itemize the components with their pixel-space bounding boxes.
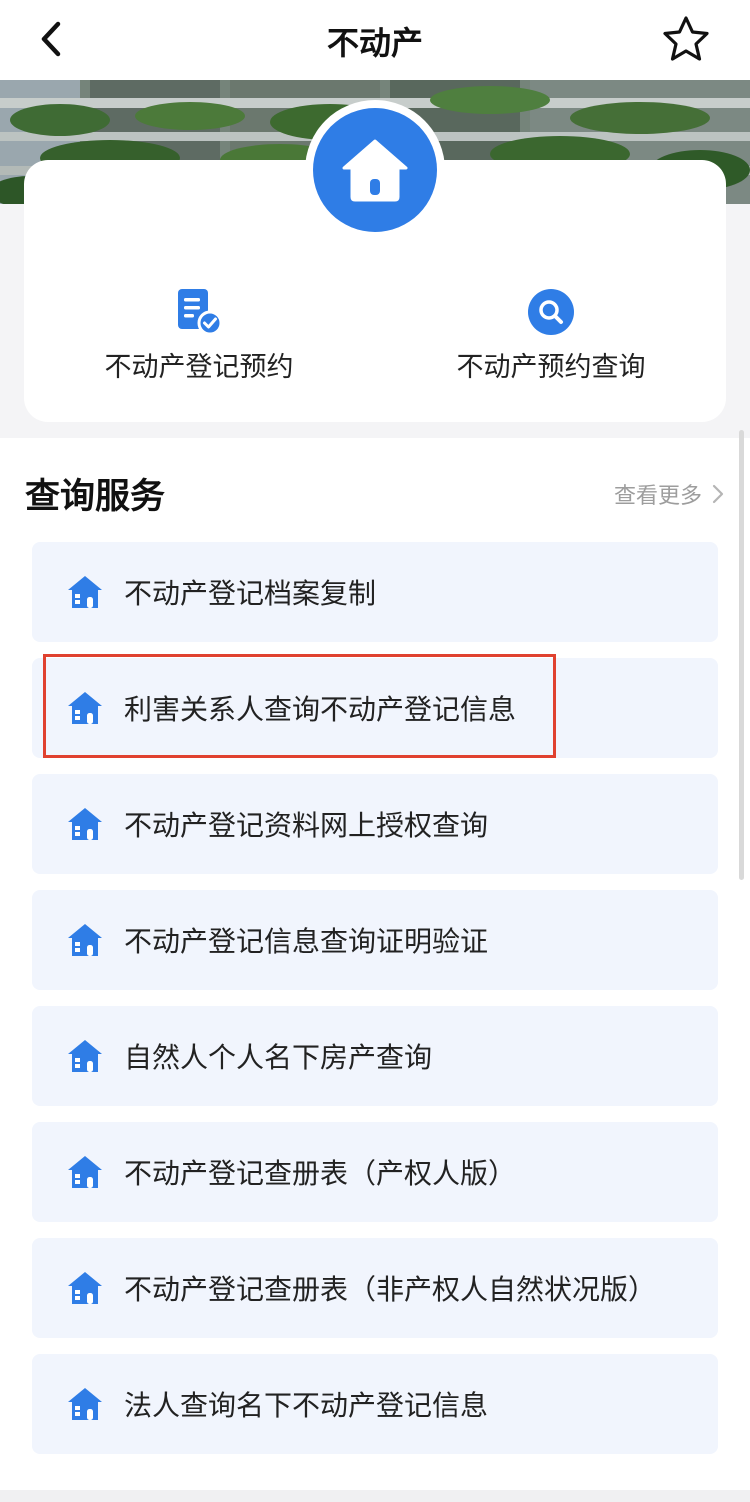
house-icon [68, 924, 102, 956]
quick-action-label: 不动产登记预约 [104, 352, 294, 383]
house-icon [313, 108, 437, 232]
service-item[interactable]: 自然人个人名下房产查询 [32, 1006, 718, 1106]
house-icon [68, 576, 102, 608]
house-icon [68, 1272, 102, 1304]
service-item-label: 利害关系人查询不动产登记信息 [124, 693, 517, 726]
search-icon [528, 289, 574, 335]
house-icon [68, 1156, 102, 1188]
bottom-divider [0, 1490, 750, 1502]
service-item[interactable]: 不动产登记档案复制 [32, 542, 718, 642]
service-item-label: 法人查询名下不动产登记信息 [124, 1389, 489, 1422]
house-icon [68, 1040, 102, 1072]
chevron-right-icon [712, 484, 724, 504]
service-item[interactable]: 不动产登记信息查询证明验证 [32, 890, 718, 990]
house-icon [68, 692, 102, 724]
service-item[interactable]: 法人查询名下不动产登记信息 [32, 1354, 718, 1454]
quick-action-booking-query[interactable]: 不动产预约查询 [421, 285, 681, 384]
house-icon [68, 808, 102, 840]
service-list: 不动产登记档案复制 利害关系人查询不动产登记信息 不动产登记资料网上授权查询 不… [32, 542, 718, 1470]
star-outline-icon[interactable] [660, 14, 712, 64]
service-item[interactable]: 不动产登记查册表（非产权人自然状况版） [32, 1238, 718, 1338]
service-item-label: 不动产登记信息查询证明验证 [124, 925, 489, 958]
view-more-label: 查看更多 [613, 484, 702, 509]
service-item-label: 自然人个人名下房产查询 [124, 1041, 433, 1074]
navigation-bar: 不动产 [0, 0, 750, 80]
document-check-icon [178, 289, 223, 336]
page-title: 不动产 [326, 24, 423, 62]
query-services-section: 查询服务 查看更多 不动产登记档案复制 利害关系人查询不动产登记信息 不动产登记… [0, 438, 750, 1490]
quick-action-label: 不动产预约查询 [456, 352, 646, 383]
service-item[interactable]: 不动产登记资料网上授权查询 [32, 774, 718, 874]
service-item[interactable]: 不动产登记查册表（产权人版） [32, 1122, 718, 1222]
service-item-label: 不动产登记查册表（产权人版） [124, 1157, 517, 1190]
section-title: 查询服务 [25, 477, 166, 517]
view-more-link[interactable]: 查看更多 [614, 478, 724, 510]
service-item-label: 不动产登记资料网上授权查询 [124, 809, 489, 842]
service-item-label: 不动产登记档案复制 [124, 577, 377, 610]
service-item-label: 不动产登记查册表（非产权人自然状况版） [124, 1273, 657, 1306]
scrollbar[interactable] [739, 430, 744, 880]
quick-action-registration-booking[interactable]: 不动产登记预约 [69, 285, 329, 384]
service-item[interactable]: 利害关系人查询不动产登记信息 [32, 658, 718, 758]
house-icon [68, 1388, 102, 1420]
